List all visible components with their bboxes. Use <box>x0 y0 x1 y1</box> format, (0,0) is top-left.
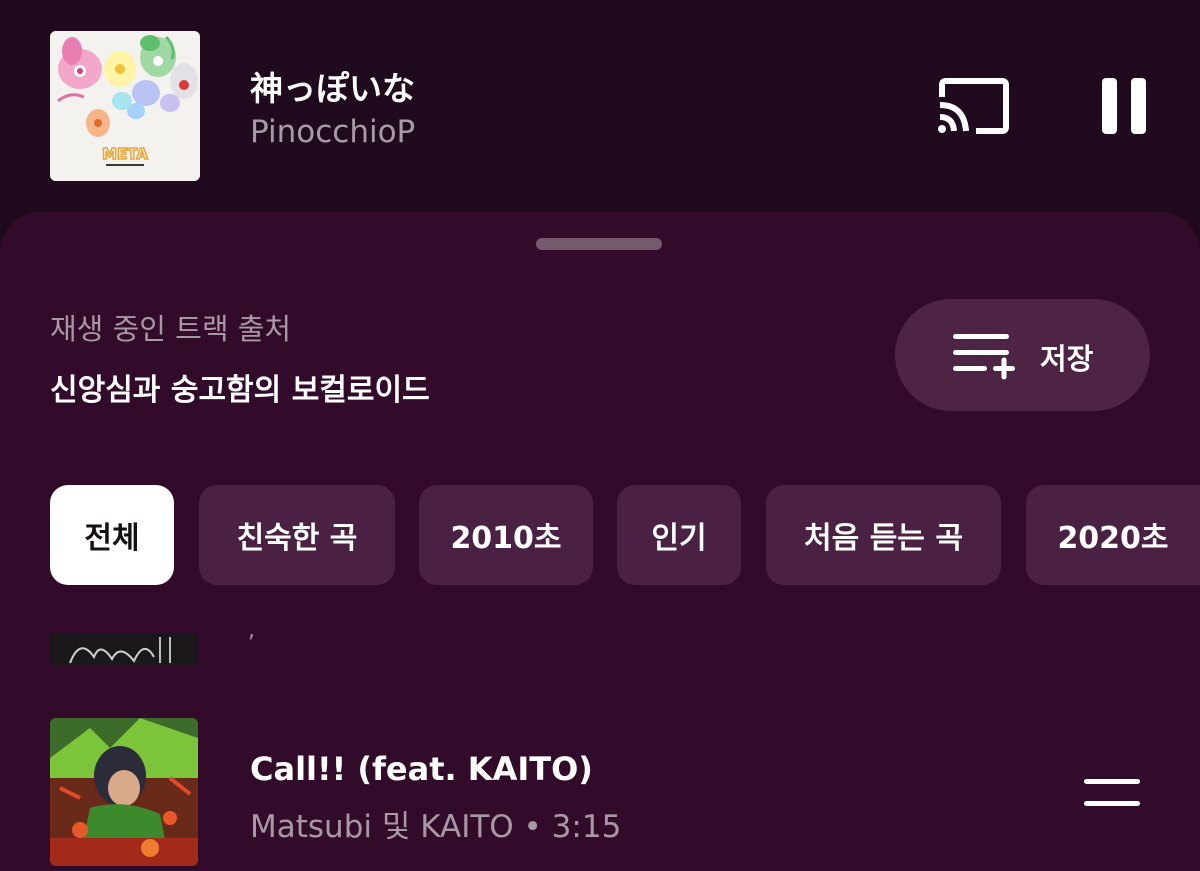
reorder-handle[interactable] <box>1082 775 1142 811</box>
sheet-drag-handle[interactable] <box>536 238 662 250</box>
pause-icon <box>1102 78 1146 134</box>
mini-player[interactable]: META 神っぽいな PinocchioP <box>0 0 1200 212</box>
thumbnail-image <box>50 633 198 665</box>
track-artist-duration: Matsubi 및 KAITO • 3:15 <box>250 809 622 845</box>
playlist-add-icon <box>953 334 1015 380</box>
source-playlist-name[interactable]: 신앙심과 숭고함의 보컬로이드 <box>50 365 430 409</box>
chip-popular[interactable]: 인기 <box>617 485 741 585</box>
cast-button[interactable] <box>936 75 1012 137</box>
drag-handle-icon <box>1084 779 1140 806</box>
chip-all[interactable]: 전체 <box>50 485 174 585</box>
track-row[interactable]: Call!! (feat. KAITO) Matsubi 및 KAITO • 3… <box>0 718 1200 866</box>
chip-2020s[interactable]: 2020초 <box>1026 485 1200 585</box>
now-playing-artist[interactable]: PinocchioP <box>250 114 415 150</box>
chip-new-to-you[interactable]: 처음 듣는 곡 <box>766 485 1001 585</box>
pause-button[interactable] <box>1098 74 1152 136</box>
track-thumbnail-partial[interactable] <box>50 633 198 665</box>
partial-text-fragment: , <box>248 618 255 643</box>
svg-text:META: META <box>102 145 148 163</box>
track-art <box>50 718 198 866</box>
track-art-image <box>50 718 198 866</box>
chip-familiar[interactable]: 친숙한 곡 <box>199 485 395 585</box>
cast-icon <box>938 78 1009 134</box>
save-label: 저장 <box>1040 342 1094 376</box>
now-playing-title: 神っぽいな <box>250 69 415 108</box>
source-label: 재생 중인 트랙 출처 <box>50 312 292 346</box>
chip-2010s[interactable]: 2010초 <box>419 485 593 585</box>
queue-sheet: 재생 중인 트랙 출처 신앙심과 숭고함의 보컬로이드 저장 전체 친숙한 곡 … <box>0 212 1200 871</box>
track-title: Call!! (feat. KAITO) <box>250 750 593 788</box>
album-art[interactable]: META <box>50 31 200 181</box>
filter-chips: 전체 친숙한 곡 2010초 인기 처음 듣는 곡 2020초 <box>0 485 1200 585</box>
album-art-image: META <box>50 31 200 181</box>
app-screen: META 神っぽいな PinocchioP 재생 중인 트랙 출처 신앙심과 숭… <box>0 0 1200 871</box>
save-button[interactable]: 저장 <box>895 299 1150 411</box>
